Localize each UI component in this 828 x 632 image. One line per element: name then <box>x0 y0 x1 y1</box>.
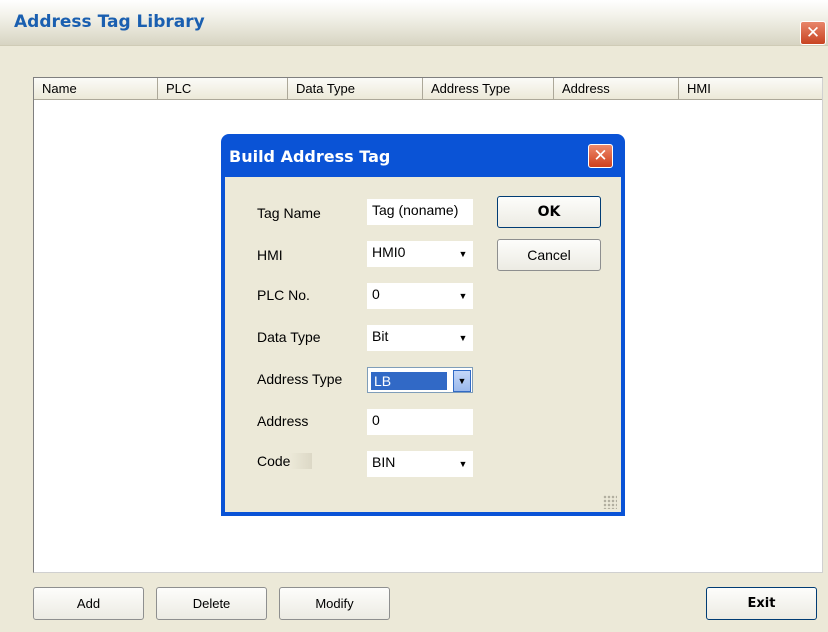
exit-button[interactable]: Exit <box>706 587 817 620</box>
hmi-select[interactable]: HMI0 ▼ <box>367 241 473 267</box>
delete-button[interactable]: Delete <box>156 587 267 620</box>
build-address-tag-dialog: Build Address Tag ✕ Tag Name HMI PLC No.… <box>221 134 625 516</box>
address-type-label: Address Type <box>257 371 343 387</box>
chevron-down-icon[interactable]: ▼ <box>453 451 473 477</box>
window-titlebar: Address Tag Library ✕ <box>0 0 828 46</box>
modify-button[interactable]: Modify <box>279 587 390 620</box>
address-type-select-value: LB <box>371 372 447 390</box>
chevron-down-icon[interactable]: ▼ <box>453 325 473 351</box>
plc-no-label: PLC No. <box>257 287 310 303</box>
tag-name-label: Tag Name <box>257 205 321 221</box>
code-select[interactable]: BIN ▼ <box>367 451 473 477</box>
dialog-body: Tag Name HMI PLC No. Data Type Address T… <box>225 177 621 512</box>
column-header-address[interactable]: Address <box>554 78 679 100</box>
data-type-select-value: Bit <box>367 325 453 351</box>
plc-no-select[interactable]: 0 ▼ <box>367 283 473 309</box>
chevron-down-icon[interactable]: ▼ <box>453 370 471 392</box>
chevron-down-icon[interactable]: ▼ <box>453 283 473 309</box>
column-header-name[interactable]: Name <box>34 78 158 100</box>
hmi-select-value: HMI0 <box>367 241 453 267</box>
address-label: Address <box>257 413 309 429</box>
hmi-label: HMI <box>257 247 283 263</box>
window-title: Address Tag Library <box>14 12 205 32</box>
address-input[interactable]: 0 <box>367 409 473 435</box>
code-select-value: BIN <box>367 451 453 477</box>
column-header-address-type[interactable]: Address Type <box>423 78 554 100</box>
chevron-down-icon[interactable]: ▼ <box>453 241 473 267</box>
column-header-hmi[interactable]: HMI <box>679 78 822 100</box>
plc-no-select-value: 0 <box>367 283 453 309</box>
list-header: Name PLC Data Type Address Type Address … <box>34 78 822 100</box>
column-header-plc[interactable]: PLC <box>158 78 288 100</box>
cancel-button[interactable]: Cancel <box>497 239 601 271</box>
window-close-button[interactable]: ✕ <box>800 21 826 45</box>
dialog-title: Build Address Tag <box>229 147 391 166</box>
resize-grip-icon[interactable] <box>603 495 617 509</box>
code-label: Code <box>257 453 313 469</box>
column-header-data-type[interactable]: Data Type <box>288 78 423 100</box>
ok-button[interactable]: OK <box>497 196 601 228</box>
address-type-select[interactable]: LB ▼ <box>367 367 473 393</box>
data-type-select[interactable]: Bit ▼ <box>367 325 473 351</box>
tag-name-input[interactable]: Tag (noname) <box>367 199 473 225</box>
add-button[interactable]: Add <box>33 587 144 620</box>
data-type-label: Data Type <box>257 329 321 345</box>
dialog-close-button[interactable]: ✕ <box>588 144 613 168</box>
